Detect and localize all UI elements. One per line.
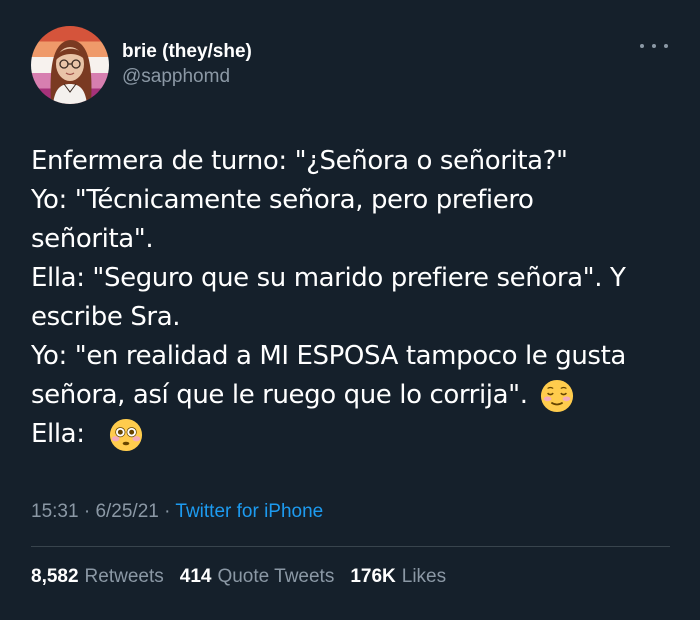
meta-separator: ·	[83, 501, 91, 522]
tweet-meta: 15:31 · 6/25/21 · Twitter for iPhone	[31, 499, 323, 525]
likes-count: 176K	[350, 566, 396, 587]
quote-tweets-label: Quote Tweets	[217, 566, 335, 587]
avatar-illustration	[31, 26, 109, 104]
tweet-line: Ella: "Seguro que su marido prefiere señ…	[31, 263, 626, 293]
tweet-header: brie (they/she) @sapphomd	[31, 26, 676, 106]
tweet-line: Yo: "en realidad a MI ESPOSA tampoco le …	[31, 341, 626, 371]
author-info: brie (they/she) @sapphomd	[122, 40, 252, 90]
tweet-line: Yo: "Técnicamente señora, pero prefiero	[31, 185, 534, 215]
retweets-label: Retweets	[84, 566, 164, 587]
display-name[interactable]: brie (they/she)	[122, 40, 252, 64]
tweet-time[interactable]: 15:31	[31, 501, 79, 522]
divider	[31, 546, 670, 547]
likes-stat[interactable]: 176K Likes	[350, 564, 446, 590]
tweet-line: Ella:	[31, 415, 681, 454]
tweet-line: escribe Sra.	[31, 302, 181, 332]
more-options-icon[interactable]	[640, 36, 668, 56]
flushed-face-icon	[109, 418, 143, 452]
retweets-stat[interactable]: 8,582 Retweets	[31, 564, 164, 590]
tweet-text: Enfermera de turno: "¿Señora o señorita?…	[31, 142, 681, 454]
tweet-line: señora, así que le ruego que lo corrija"…	[31, 376, 681, 415]
likes-label: Likes	[401, 566, 447, 587]
quote-tweets-stat[interactable]: 414 Quote Tweets	[180, 564, 335, 590]
smiling-face-icon	[540, 379, 574, 413]
tweet-stats: 8,582 Retweets 414 Quote Tweets 176K Lik…	[31, 564, 462, 590]
tweet-date[interactable]: 6/25/21	[95, 501, 158, 522]
handle[interactable]: @sapphomd	[122, 64, 252, 90]
avatar[interactable]	[31, 26, 109, 104]
tweet-line: señorita".	[31, 224, 154, 254]
tweet-source-link[interactable]: Twitter for iPhone	[175, 501, 323, 522]
quote-tweets-count: 414	[179, 566, 212, 587]
tweet-line: Enfermera de turno: "¿Señora o señorita?…	[31, 146, 568, 176]
retweets-count: 8,582	[31, 566, 79, 587]
meta-separator: ·	[164, 501, 171, 522]
